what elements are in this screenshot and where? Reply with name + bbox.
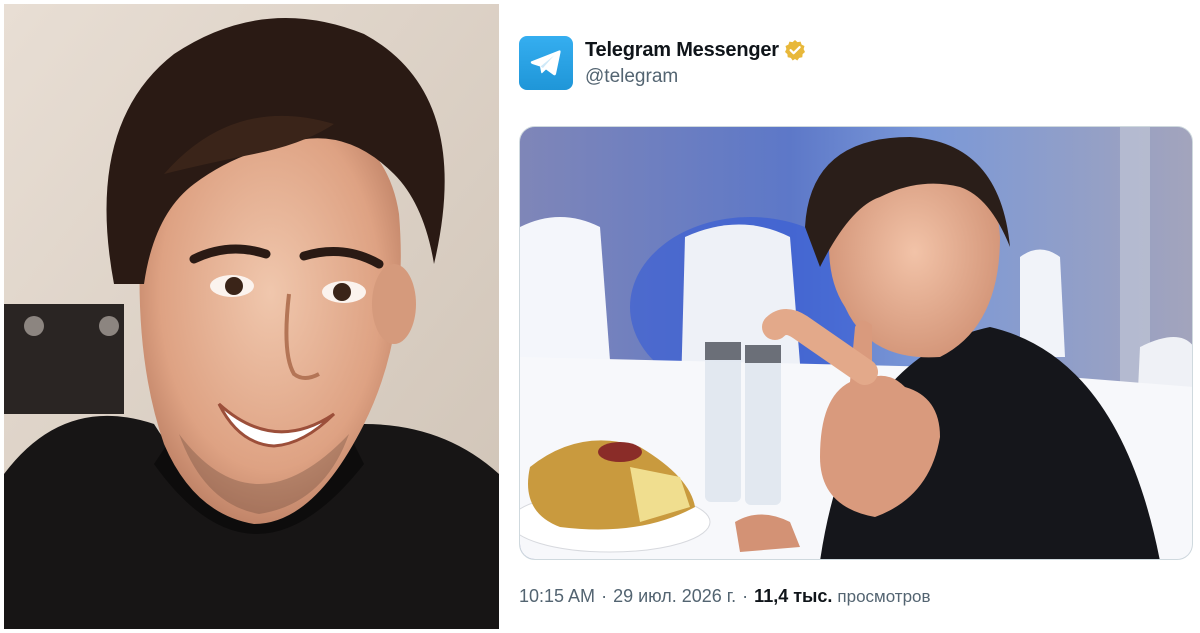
portrait-illustration (4, 4, 499, 629)
tweet-meta: 10:15 AM · 29 июл. 2026 г. · 11,4 тыс. п… (519, 586, 931, 607)
portrait-photo (4, 4, 499, 629)
tweet-header: Telegram Messenger @telegram (519, 34, 806, 92)
views-label: просмотров (837, 587, 931, 606)
tweet-media-photo[interactable] (519, 126, 1193, 560)
tweet-time[interactable]: 10:15 AM (519, 586, 595, 607)
meta-separator: · (601, 586, 608, 606)
meta-separator: · (742, 586, 749, 606)
tweet-date[interactable]: 29 июл. 2026 г. (613, 586, 736, 607)
gold-verified-badge-icon (784, 40, 805, 61)
tweet-card: Telegram Messenger @telegram 10:15 AM · … (519, 0, 1200, 633)
views-count[interactable]: 11,4 тыс. (754, 586, 832, 607)
display-name[interactable]: Telegram Messenger (585, 39, 779, 62)
media-illustration (520, 127, 1192, 559)
handle[interactable]: @telegram (585, 66, 806, 88)
telegram-avatar[interactable] (519, 36, 573, 90)
telegram-paper-plane-icon (530, 50, 561, 76)
